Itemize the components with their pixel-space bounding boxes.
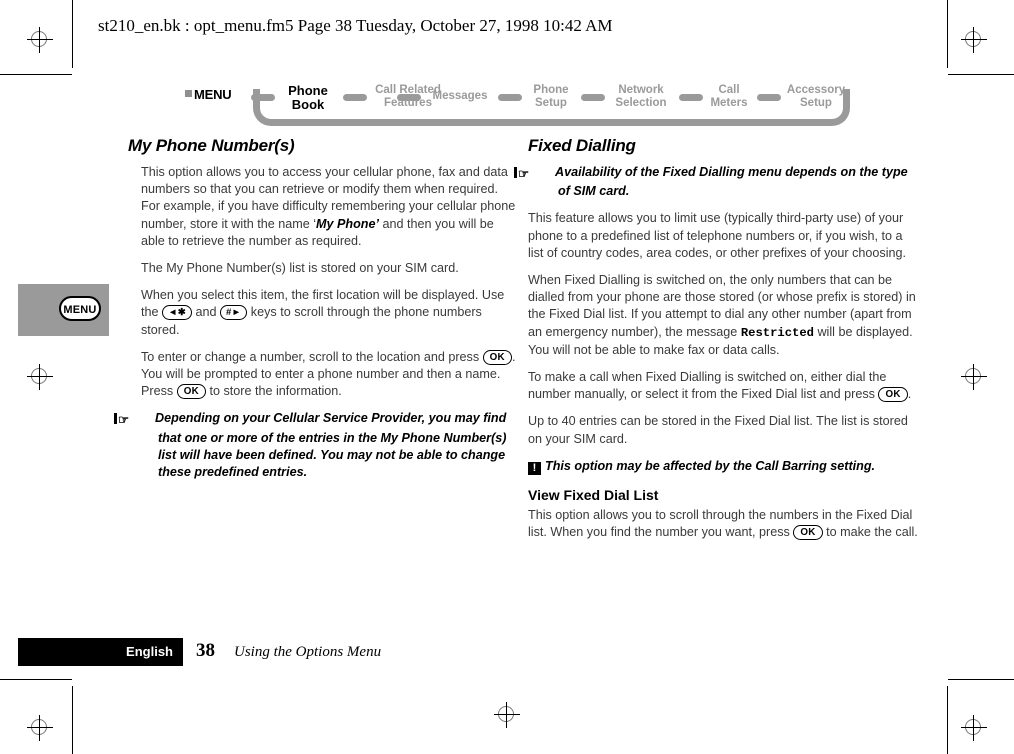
paragraph-enter-change-number-a: To enter or change a number, scroll to t… [141,349,483,364]
paragraph-sim-storage: The My Phone Number(s) list is stored on… [141,261,459,276]
key-ok-icon-3: OK [878,387,908,403]
note-predefined-entries: ☞ Depending on your Cellular Service Prov… [114,410,518,481]
menu-connector-3 [498,94,522,101]
menu-item-messages-line1: Messages [432,90,488,102]
menu-connector-4 [581,94,605,101]
pointing-hand-glyph-2: ☞ [518,167,530,181]
menu-item-messages[interactable]: Messages [425,90,495,103]
paragraph-make-call-fixed-dialling-a: To make a call when Fixed Dialling is sw… [528,370,887,402]
key-star-icon: ◄✱ [162,305,192,321]
key-ok-icon-1: OK [482,349,512,365]
paragraph-make-call-fixed-dialling: To make a call when Fixed Dialling is sw… [528,369,918,403]
paragraph-my-phone-intro: This option allows you to access your ce… [128,164,518,250]
crop-line-bottom-left-v [72,686,73,754]
menu-item-phone-book[interactable]: Phone Book [277,84,339,112]
menu-connector-2 [397,94,421,101]
footer-page-number: 38 [196,640,215,661]
warning-call-barring: ! This option may be affected by the Call… [528,458,918,475]
crop-line-top-right-h [948,74,1014,75]
paragraph-fixed-dialling-restricted: When Fixed Dialling is switched on, the … [528,272,918,359]
menu-item-call-meters-line1: Call [718,84,740,96]
registration-mark-top-left [27,27,53,53]
paragraph-enter-change-number: To enter or change a number, scroll to t… [128,349,518,401]
pointing-hand-icon-2: ☞ [514,166,555,183]
key-ok-icon-4: OK [793,525,823,541]
crop-line-top-left-h [0,74,72,75]
warning-call-barring-text: This option may be affected by the Call … [545,458,876,473]
menu-item-network-selection-line1: Network [618,84,664,96]
margin-menu-tab: MENU [18,284,109,336]
crop-line-bottom-right-h [948,679,1014,680]
my-phone-name-emphasis: My Phone’ [316,216,379,231]
exclamation-icon: ! [528,461,541,475]
left-column: My Phone Number(s) This option allows yo… [114,136,518,491]
menu-item-phone-setup-line1: Phone [533,84,569,96]
paragraph-scroll-keys-b: and [191,305,220,320]
menu-item-phone-book-line1: Phone [288,83,328,98]
footer-chapter-title: Using the Options Menu [234,644,382,660]
paragraph-enter-change-number-c: to store the information. [206,384,342,399]
paragraph-make-call-fixed-dialling-b: . [907,387,912,402]
menu-root-label: MENU [185,87,232,102]
menu-item-call-meters[interactable]: Call Meters [703,84,755,109]
registration-mark-mid-left [27,364,53,390]
page-title-fixed-dialling: Fixed Dialling [528,136,636,155]
menu-connector-1 [343,94,367,101]
key-hash-icon: #► [220,305,248,321]
registration-mark-bottom-right [961,715,987,741]
margin-menu-pill[interactable]: MENU [59,296,101,321]
crop-line-bottom-right-v [947,686,948,754]
menu-connector-6 [757,94,781,101]
registration-mark-bottom-center [494,702,520,728]
footer-language-label: English [126,644,173,659]
menu-item-call-meters-line2: Meters [710,96,748,109]
menu-connector-5 [679,94,703,101]
crop-line-bottom-left-h [0,679,72,680]
footer-language-bar: English [18,638,183,666]
paragraph-scroll-keys: When you select this item, the first loc… [128,287,518,339]
page-header: st210_en.bk : opt_menu.fm5 Page 38 Tuesd… [98,16,613,35]
display-message-restricted: Restricted [740,325,814,340]
registration-mark-top-right [961,27,987,53]
note-fixed-dialling-availability-text: Availability of the Fixed Dialling menu … [555,165,908,199]
menu-connector-0 [251,94,275,101]
menu-root-square-icon [185,90,192,97]
menu-path-bar: MENU Phone Book Call Related Features Me… [185,78,850,126]
crop-line-top-right-v [947,0,948,68]
page-title-my-phone-numbers: My Phone Number(s) [128,136,295,155]
note-predefined-entries-text: Depending on your Cellular Service Provi… [155,411,507,480]
paragraph-fixed-dial-capacity: Up to 40 entries can be stored in the Fi… [528,414,908,446]
pointing-hand-icon: ☞ [114,412,155,429]
subsection-title-view-fixed-dial-list: View Fixed Dial List [528,487,659,504]
registration-mark-bottom-left [27,715,53,741]
right-column: Fixed Dialling ☞ Availability of the Fixe… [514,136,918,551]
menu-item-accessory-setup-line2: Setup [800,96,832,109]
crop-line-top-left-v [72,0,73,68]
note-fixed-dialling-availability: ☞ Availability of the Fixed Dialling menu… [514,164,918,200]
registration-mark-mid-right [961,364,987,390]
menu-item-network-selection[interactable]: Network Selection [605,84,677,109]
pointing-hand-glyph: ☞ [118,413,130,428]
menu-item-accessory-setup[interactable]: Accessory Setup [781,84,851,109]
paragraph-view-fixed-dial-list: This option allows you to scroll through… [528,507,918,541]
key-ok-icon-2: OK [176,384,206,400]
paragraph-view-fixed-dial-list-b: to make the call. [822,525,918,540]
menu-item-phone-setup[interactable]: Phone Setup [523,84,579,109]
menu-item-network-selection-line2: Selection [615,96,667,109]
menu-item-accessory-setup-line1: Accessory [786,84,846,96]
menu-item-phone-setup-line2: Setup [535,96,567,109]
paragraph-fixed-dialling-feature: This feature allows you to limit use (ty… [528,211,907,260]
menu-item-phone-book-line2: Book [291,97,325,112]
menu-root-text: MENU [194,87,232,102]
